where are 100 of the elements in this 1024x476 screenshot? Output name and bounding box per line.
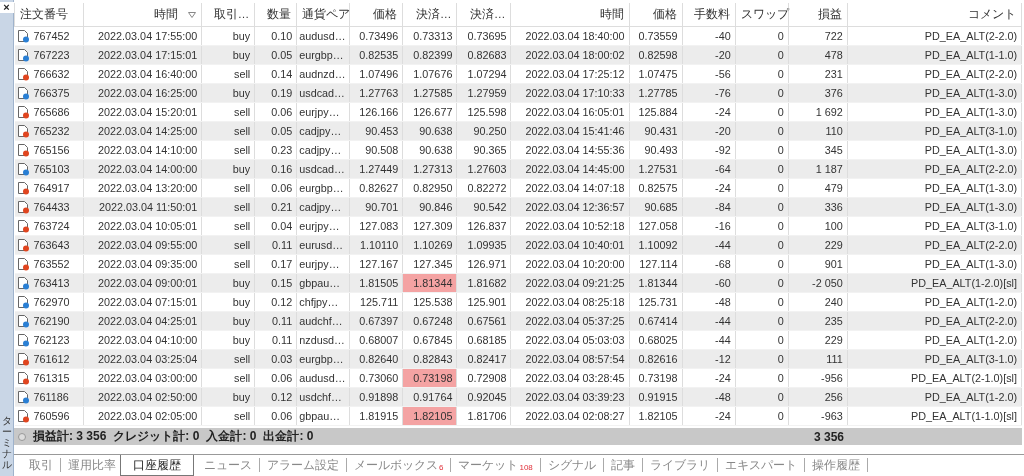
tab[interactable]: アラーム設定 (260, 458, 347, 472)
table-cell: 2022.03.04 05:03:03 (510, 330, 630, 350)
tab[interactable]: シグナル (540, 458, 604, 472)
table-cell: 125.711 (349, 292, 403, 312)
profit-total: 3 356 (813, 429, 845, 444)
column-header[interactable]: 時間 (510, 3, 630, 27)
table-cell: 0.73060 (349, 368, 403, 388)
summary-text: 入金計: 0 (206, 428, 257, 445)
tab[interactable]: エキスパート (717, 458, 805, 472)
table-cell: -56 (682, 64, 736, 84)
table-cell: 90.365 (456, 140, 511, 160)
column-header[interactable]: 手数料 (682, 3, 736, 27)
column-header[interactable]: 価格 (349, 3, 403, 27)
table-cell: 1.07676 (402, 64, 457, 84)
order-cell: 761315 (14, 368, 84, 388)
order-cell: 761186 (14, 387, 84, 407)
column-header[interactable]: 注文番号 (14, 3, 84, 27)
table-cell: 0.11 (254, 330, 297, 350)
tab[interactable]: 口座履歴 (120, 455, 194, 476)
table-cell: 2022.03.04 08:25:18 (510, 292, 630, 312)
tab[interactable]: 操作履歴 (804, 458, 868, 472)
table-cell: 127.167 (349, 254, 403, 274)
order-icon (16, 124, 30, 138)
table-cell: 0.23 (254, 140, 297, 160)
table-cell: 2022.03.04 17:55:00 (83, 26, 202, 46)
column-header[interactable]: 通貨ペア (296, 3, 350, 27)
table-cell: 100 (788, 216, 848, 236)
table-cell: 127.114 (629, 254, 683, 274)
table-cell: 90.508 (349, 140, 403, 160)
table-cell: -40 (682, 26, 736, 46)
panel-title: ターミナル (1, 415, 12, 470)
column-header[interactable]: 価格 (629, 3, 683, 27)
table-cell: 1.81706 (456, 406, 511, 426)
table-cell: 0 (735, 330, 789, 350)
table-cell: 2022.03.04 15:20:01 (83, 102, 202, 122)
table-cell: eurjpy… (296, 254, 350, 274)
table-cell: -963 (788, 406, 848, 426)
table-cell: 0.68007 (349, 330, 403, 350)
tab[interactable]: ライブラリ (642, 458, 718, 472)
table-cell: 0.06 (254, 178, 297, 198)
table-cell: 0.04 (254, 216, 297, 236)
table-cell: 240 (788, 292, 848, 312)
table-cell: 0.10 (254, 26, 297, 46)
close-button[interactable]: × (0, 2, 14, 13)
table-cell: eurgbp… (296, 178, 350, 198)
order-icon (16, 29, 30, 43)
summary-text: 損益計: 3 356 (33, 428, 107, 445)
table-cell: 1.81915 (349, 406, 403, 426)
table-cell: 126.837 (456, 216, 511, 236)
tab[interactable]: 記事 (603, 458, 643, 472)
table-cell: 0.73496 (349, 26, 403, 46)
table-cell: sell (201, 178, 255, 198)
order-cell: 765686 (14, 102, 84, 122)
table-cell: PD_EA_ALT(1-3.0) (847, 254, 1022, 274)
tab[interactable]: 取引 (22, 458, 61, 472)
order-icon (16, 181, 30, 195)
table-cell: 2022.03.04 04:10:00 (83, 330, 202, 350)
order-icon (16, 219, 30, 233)
table-cell: 127.083 (349, 216, 403, 236)
table-cell: 0 (735, 368, 789, 388)
table-cell: PD_EA_ALT(2-1.0)[sl] (847, 368, 1022, 388)
column-header[interactable]: 損益 (788, 3, 848, 27)
order-icon (16, 390, 30, 404)
column-header[interactable]: 数量 (254, 3, 297, 27)
column-header[interactable]: スワップ (735, 3, 789, 27)
table-cell: -92 (682, 140, 736, 160)
table-cell: sell (201, 102, 255, 122)
order-cell: 761612 (14, 349, 84, 369)
column-header[interactable]: 時間 (83, 3, 202, 27)
table-cell: 125.731 (629, 292, 683, 312)
table-cell: 0 (735, 216, 789, 236)
column-header[interactable]: コメント (847, 3, 1022, 27)
table-cell: 0 (735, 254, 789, 274)
table-cell: 0.06 (254, 406, 297, 426)
order-cell: 764433 (14, 197, 84, 217)
order-cell: 763724 (14, 216, 84, 236)
table-cell: 0 (735, 406, 789, 426)
table-cell: 229 (788, 330, 848, 350)
table-cell: sell (201, 64, 255, 84)
tab[interactable]: ニュース (197, 458, 260, 472)
order-icon (16, 409, 30, 423)
table-cell: 127.309 (402, 216, 457, 236)
table-cell: 1.07496 (349, 64, 403, 84)
table-cell: 0 (735, 64, 789, 84)
table-cell: 2022.03.04 09:35:00 (83, 254, 202, 274)
table-cell: 127.345 (402, 254, 457, 274)
column-header[interactable]: 決済… (456, 3, 511, 27)
order-icon (16, 238, 30, 252)
column-header[interactable]: 取引… (201, 3, 255, 27)
table-cell: 0.17 (254, 254, 297, 274)
order-icon (16, 371, 30, 385)
order-cell: 765103 (14, 159, 84, 179)
table-cell: sell (201, 140, 255, 160)
table-cell: chfjpy… (296, 292, 350, 312)
table-cell: 126.971 (456, 254, 511, 274)
summary-text: 出金計: 0 (263, 428, 314, 445)
table-cell: 125.884 (629, 102, 683, 122)
table-cell: 2022.03.04 14:07:18 (510, 178, 630, 198)
order-cell: 765232 (14, 121, 84, 141)
column-header[interactable]: 決済… (402, 3, 457, 27)
